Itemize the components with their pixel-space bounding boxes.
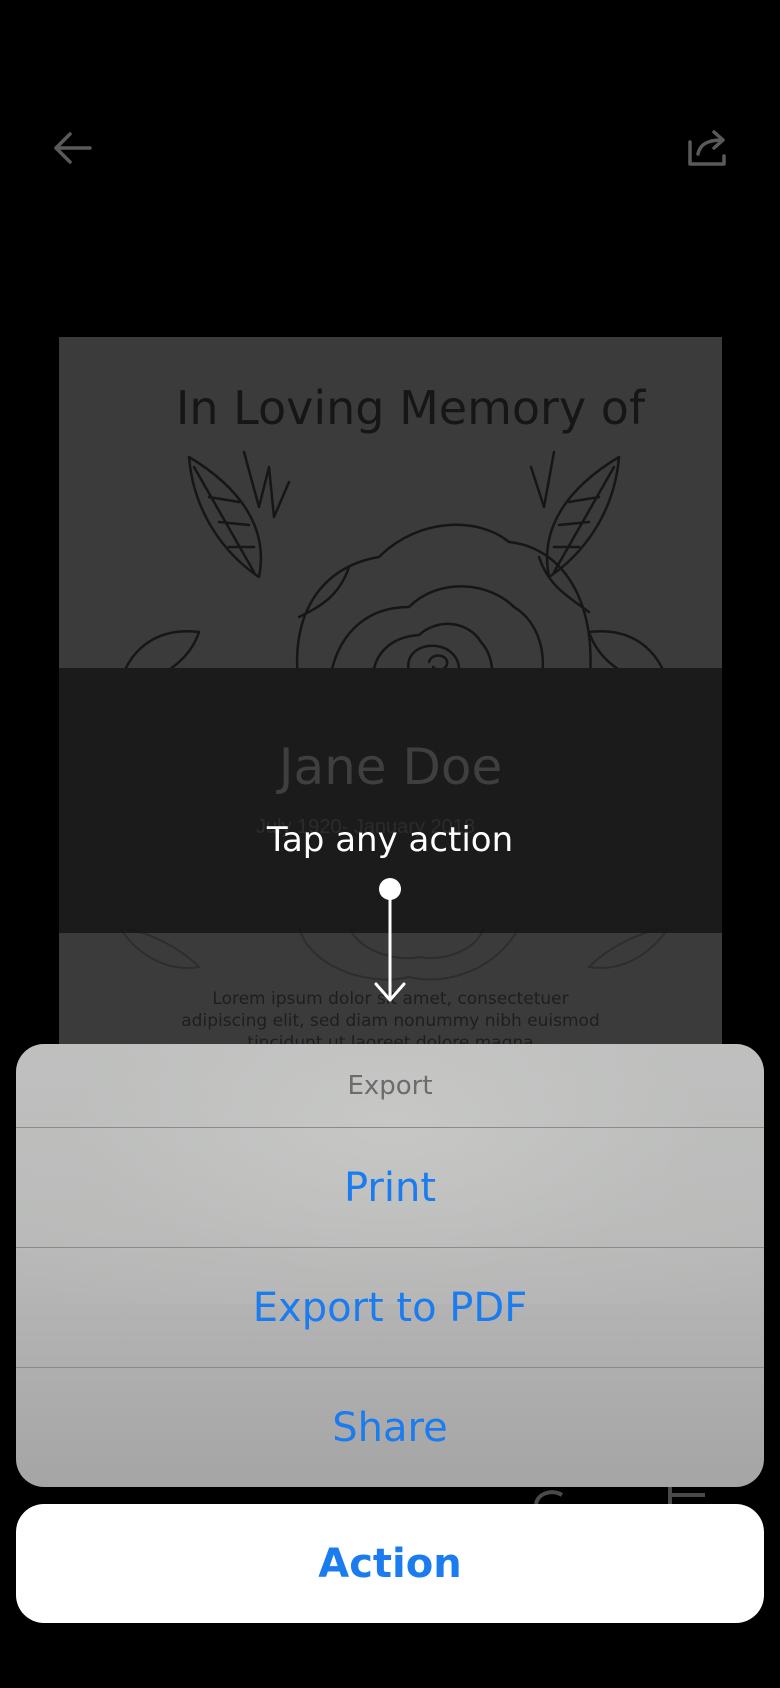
screen: In Loving Memory of Jane Doe July 1920- … [0, 0, 780, 1688]
hint-label: Tap any action [266, 820, 514, 860]
rose-illustration [119, 450, 669, 687]
arrow-left-icon [54, 132, 92, 164]
print-button[interactable]: Print [16, 1128, 764, 1247]
action-sheet-title: Export [347, 1070, 433, 1101]
share-icon [688, 130, 726, 166]
card-name: Jane Doe [278, 738, 503, 796]
arrow-down-icon [374, 878, 406, 1002]
share-button[interactable] [676, 116, 740, 180]
toolbar-icons-peek [534, 1487, 705, 1504]
export-pdf-button[interactable]: Export to PDF [16, 1248, 764, 1367]
action-sheet: Export Print Export to PDF Share [16, 1044, 764, 1487]
action-button[interactable]: Action [16, 1504, 764, 1623]
share-action-button[interactable]: Share [16, 1368, 764, 1487]
back-button[interactable] [40, 116, 104, 180]
card-title: In Loving Memory of [175, 381, 646, 435]
